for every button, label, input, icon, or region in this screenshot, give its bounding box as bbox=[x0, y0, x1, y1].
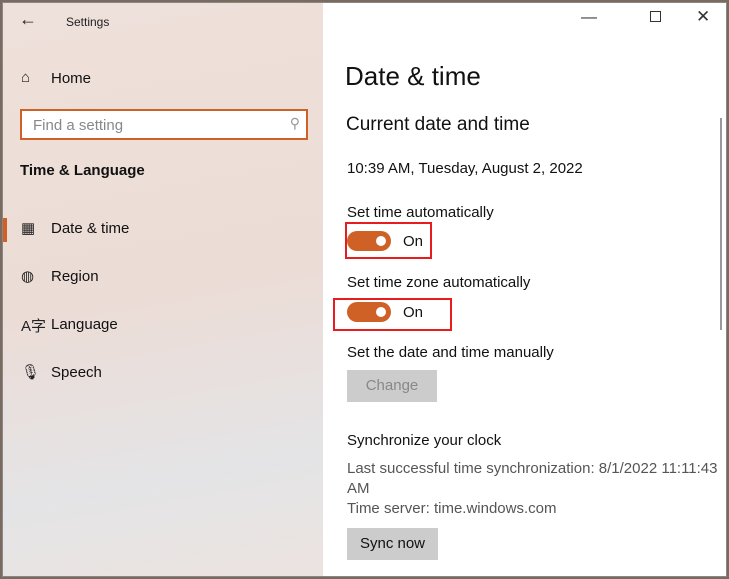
window-title: Settings bbox=[66, 15, 110, 29]
item-label: Language bbox=[51, 316, 118, 333]
last-sync-cont: AM bbox=[347, 480, 370, 497]
settings-window: ← Settings ⌂ Home Find a setting ⚲ Time … bbox=[2, 2, 727, 577]
close-button[interactable]: ✕ bbox=[696, 7, 710, 27]
change-button[interactable]: Change bbox=[347, 370, 437, 402]
auto-time-toggle[interactable] bbox=[347, 231, 391, 251]
manual-label: Set the date and time manually bbox=[347, 344, 554, 361]
item-label: Date & time bbox=[51, 220, 130, 237]
sync-now-button[interactable]: Sync now bbox=[347, 528, 438, 560]
current-datetime: 10:39 AM, Tuesday, August 2, 2022 bbox=[347, 160, 583, 177]
time-server: Time server: time.windows.com bbox=[347, 500, 557, 517]
sidebar-item-speech[interactable]: 🎙 Speech bbox=[3, 355, 323, 391]
sidebar-item-region[interactable]: ◍ Region bbox=[3, 259, 323, 295]
microphone-icon: 🎙 bbox=[21, 364, 41, 381]
auto-zone-state: On bbox=[403, 304, 424, 321]
back-arrow-icon[interactable]: ← bbox=[19, 9, 37, 30]
minimize-button[interactable]: — bbox=[581, 9, 597, 27]
scrollbar[interactable] bbox=[720, 118, 722, 330]
item-label: Region bbox=[51, 268, 99, 285]
sidebar-item-date-time[interactable]: ▦ Date & time bbox=[3, 211, 323, 247]
sync-heading: Synchronize your clock bbox=[347, 432, 502, 449]
home-icon: ⌂ bbox=[21, 69, 31, 86]
sidebar-item-language[interactable]: A字 Language bbox=[3, 307, 323, 343]
auto-time-label: Set time automatically bbox=[347, 204, 494, 221]
section-heading: Time & Language bbox=[20, 162, 145, 179]
search-input[interactable]: Find a setting ⚲ bbox=[20, 109, 308, 140]
language-icon: A字 bbox=[21, 318, 47, 335]
globe-icon: ◍ bbox=[21, 268, 35, 285]
sidebar: ← Settings ⌂ Home Find a setting ⚲ Time … bbox=[3, 3, 323, 576]
search-icon[interactable]: ⚲ bbox=[290, 115, 300, 132]
calendar-clock-icon: ▦ bbox=[21, 220, 36, 237]
last-sync: Last successful time synchronization: 8/… bbox=[347, 460, 718, 477]
maximize-button[interactable] bbox=[650, 11, 661, 22]
auto-zone-toggle[interactable] bbox=[347, 302, 391, 322]
section-title: Current date and time bbox=[346, 114, 530, 135]
sidebar-item-home[interactable]: ⌂ Home bbox=[3, 61, 323, 97]
auto-time-state: On bbox=[403, 233, 424, 250]
auto-zone-label: Set time zone automatically bbox=[347, 274, 531, 291]
home-label: Home bbox=[51, 70, 92, 87]
search-placeholder: Find a setting bbox=[33, 117, 124, 134]
item-label: Speech bbox=[51, 364, 102, 381]
page-title: Date & time bbox=[345, 61, 481, 91]
content: — ✕ Date & time Current date and time 10… bbox=[323, 3, 726, 576]
